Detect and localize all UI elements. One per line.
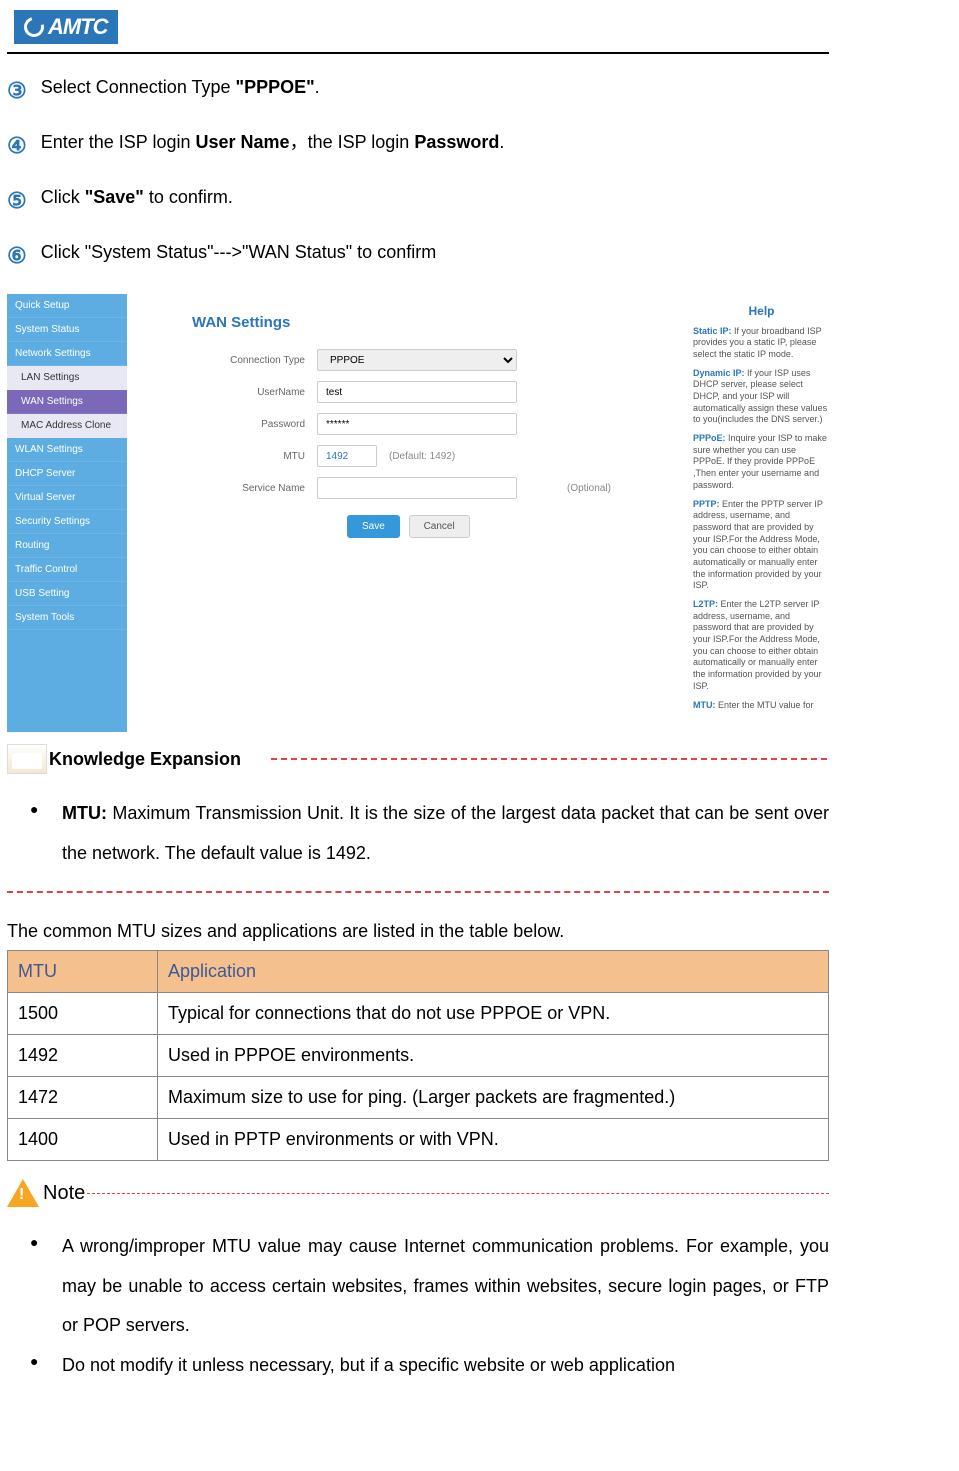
sidebar-item[interactable]: System Tools — [7, 606, 127, 630]
note-bullets: A wrong/improper MTU value may cause Int… — [40, 1227, 829, 1385]
field-label: MTU — [147, 451, 317, 462]
save-button[interactable]: Save — [347, 515, 400, 538]
step-number: ③ — [7, 74, 27, 107]
sidebar-item[interactable]: Network Settings — [7, 342, 127, 366]
table-caption: The common MTU sizes and applications ar… — [7, 921, 829, 942]
sidebar-item[interactable]: LAN Settings — [7, 366, 127, 390]
document-body: ③ Select Connection Type "PPPOE". ④ Ente… — [0, 54, 959, 1386]
cancel-button[interactable]: Cancel — [409, 515, 470, 538]
logo-text: AMTC — [48, 14, 108, 40]
optional-label: (Optional) — [567, 483, 611, 494]
knowledge-bullets: MTU: Maximum Transmission Unit. It is th… — [40, 794, 829, 873]
book-icon — [7, 744, 47, 774]
step-number: ④ — [7, 129, 27, 162]
knowledge-expansion-header: Knowledge Expansion — [7, 744, 829, 774]
panel-title: WAN Settings — [192, 314, 667, 331]
sidebar-item[interactable]: MAC Address Clone — [7, 414, 127, 438]
field-label: Connection Type — [147, 355, 317, 366]
brand-logo: AMTC — [14, 10, 118, 44]
step-4: ④ Enter the ISP login User Name，the ISP … — [7, 129, 829, 162]
mtu-default: (Default: 1492) — [389, 451, 455, 462]
table-row: 1400Used in PPTP environments or with VP… — [8, 1119, 829, 1161]
logo-icon — [20, 13, 47, 40]
table-header-row: MTU Application — [8, 951, 829, 993]
table-row: 1472Maximum size to use for ping. (Large… — [8, 1077, 829, 1119]
sidebar-item[interactable]: USB Setting — [7, 582, 127, 606]
note-header: Note — [7, 1179, 829, 1207]
sidebar-item[interactable]: Security Settings — [7, 510, 127, 534]
connection-type-select[interactable]: PPPOE — [317, 349, 517, 371]
note-item: Do not modify it unless necessary, but i… — [40, 1346, 829, 1386]
service-name-input[interactable] — [317, 477, 517, 499]
warning-icon — [7, 1179, 39, 1207]
note-label: Note — [43, 1182, 85, 1205]
table-header: MTU — [8, 951, 158, 993]
password-input[interactable] — [317, 413, 517, 435]
sidebar-item[interactable]: Quick Setup — [7, 294, 127, 318]
mtu-input[interactable] — [317, 445, 377, 467]
note-item: A wrong/improper MTU value may cause Int… — [40, 1227, 829, 1346]
help-panel: Help Static IP: If your broadband ISP pr… — [687, 294, 836, 732]
step-number: ⑥ — [7, 239, 27, 272]
sidebar-item[interactable]: Routing — [7, 534, 127, 558]
dashed-rule — [87, 1193, 829, 1194]
sidebar-item[interactable]: Virtual Server — [7, 486, 127, 510]
sidebar: Quick Setup System Status Network Settin… — [7, 294, 127, 732]
step-3: ③ Select Connection Type "PPPOE". — [7, 74, 829, 107]
dashed-rule — [271, 758, 827, 760]
dashed-separator — [7, 891, 829, 893]
step-6: ⑥ Click "System Status"--->"WAN Status" … — [7, 239, 829, 272]
page-header: AMTC — [7, 0, 829, 54]
settings-panel: WAN Settings Connection Type PPPOE UserN… — [127, 294, 687, 732]
help-title: Help — [693, 304, 830, 320]
table-row: 1492Used in PPPOE environments. — [8, 1035, 829, 1077]
sidebar-item[interactable]: System Status — [7, 318, 127, 342]
table-row: 1500Typical for connections that do not … — [8, 993, 829, 1035]
sidebar-item[interactable]: WLAN Settings — [7, 438, 127, 462]
field-label: UserName — [147, 387, 317, 398]
mtu-table: MTU Application 1500Typical for connecti… — [7, 950, 829, 1161]
knowledge-title: Knowledge Expansion — [49, 749, 241, 770]
sidebar-item[interactable]: DHCP Server — [7, 462, 127, 486]
step-5: ⑤ Click "Save" to confirm. — [7, 184, 829, 217]
field-label: Service Name — [147, 483, 317, 494]
username-input[interactable] — [317, 381, 517, 403]
field-label: Password — [147, 419, 317, 430]
table-header: Application — [158, 951, 829, 993]
sidebar-item[interactable]: Traffic Control — [7, 558, 127, 582]
mtu-definition: MTU: Maximum Transmission Unit. It is th… — [40, 794, 829, 873]
sidebar-item-active[interactable]: WAN Settings — [7, 390, 127, 414]
instruction-list: ③ Select Connection Type "PPPOE". ④ Ente… — [7, 74, 829, 272]
router-ui-screenshot: Quick Setup System Status Network Settin… — [7, 294, 836, 732]
step-number: ⑤ — [7, 184, 27, 217]
